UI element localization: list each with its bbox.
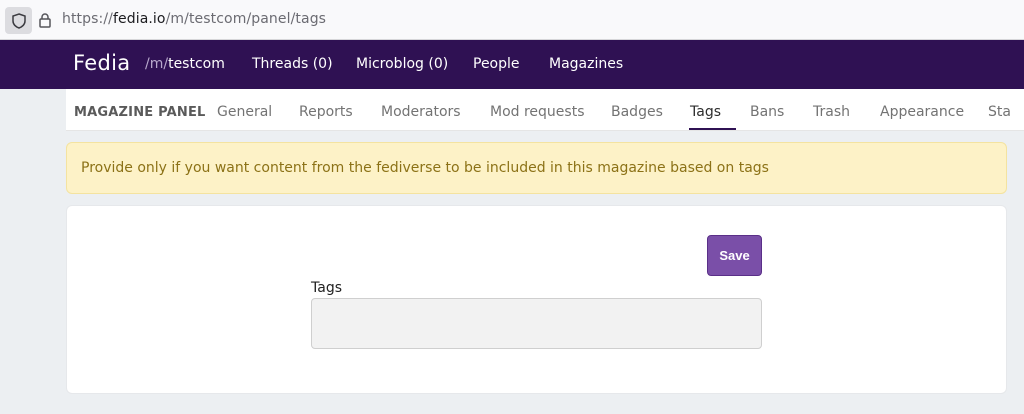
url-field[interactable]: https://fedia.io/m/testcom/panel/tags bbox=[62, 11, 326, 27]
nav-people[interactable]: People bbox=[473, 56, 520, 72]
alert-text: Provide only if you want content from th… bbox=[81, 160, 769, 176]
tab-mod-requests[interactable]: Mod requests bbox=[490, 104, 585, 120]
tab-trash[interactable]: Trash bbox=[813, 104, 850, 120]
tab-appearance[interactable]: Appearance bbox=[880, 104, 964, 120]
brand-logo[interactable]: Fedia bbox=[73, 51, 130, 75]
magazine-link[interactable]: /m/testcom bbox=[145, 56, 225, 72]
nav-threads[interactable]: Threads (0) bbox=[252, 56, 333, 72]
url-path: /m/testcom/panel/tags bbox=[165, 11, 327, 27]
tab-stats[interactable]: Sta bbox=[988, 104, 1011, 120]
nav-microblog[interactable]: Microblog (0) bbox=[356, 56, 448, 72]
site-header: Fedia /m/testcom Threads (0) Microblog (… bbox=[0, 40, 1024, 89]
tracking-protection-button[interactable] bbox=[5, 7, 32, 34]
panel-tabs: MAGAZINE PANEL General Reports Moderator… bbox=[66, 89, 1024, 131]
active-tab-indicator bbox=[689, 128, 736, 130]
magazine-prefix: /m/ bbox=[145, 56, 169, 72]
tab-moderators[interactable]: Moderators bbox=[381, 104, 461, 120]
tags-input[interactable] bbox=[311, 298, 762, 349]
tab-badges[interactable]: Badges bbox=[611, 104, 663, 120]
nav-magazines[interactable]: Magazines bbox=[549, 56, 623, 72]
magazine-name: testcom bbox=[168, 56, 225, 72]
url-host: fedia.io bbox=[112, 11, 166, 27]
lock-icon[interactable] bbox=[38, 12, 52, 28]
shield-icon bbox=[11, 12, 26, 29]
browser-url-bar: https://fedia.io/m/testcom/panel/tags bbox=[0, 0, 1024, 40]
panel-title: MAGAZINE PANEL bbox=[74, 105, 206, 120]
tab-reports[interactable]: Reports bbox=[299, 104, 353, 120]
tab-general[interactable]: General bbox=[217, 104, 272, 120]
tags-label: Tags bbox=[311, 280, 342, 296]
tab-bans[interactable]: Bans bbox=[750, 104, 784, 120]
save-button[interactable]: Save bbox=[707, 235, 762, 276]
url-prefix: https:// bbox=[62, 11, 113, 27]
tab-tags[interactable]: Tags bbox=[690, 104, 721, 120]
info-alert: Provide only if you want content from th… bbox=[66, 142, 1007, 194]
